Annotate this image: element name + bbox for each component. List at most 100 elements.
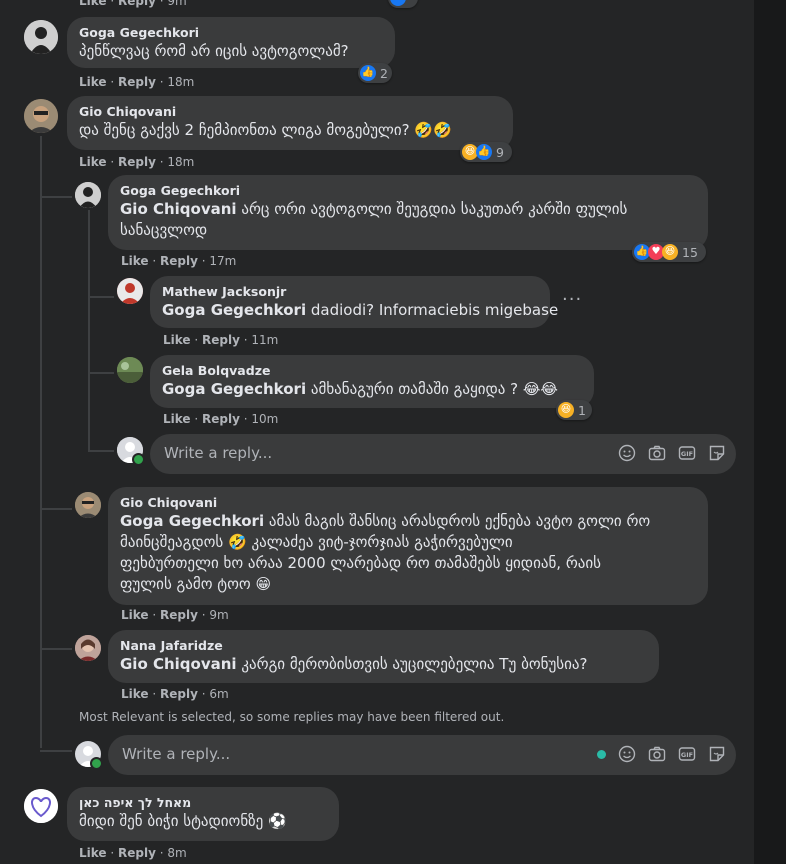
camera-icon[interactable]: [648, 745, 666, 763]
thread-branch: [40, 648, 72, 650]
mention-link[interactable]: Goga Gegechkori: [162, 301, 306, 319]
mention-link[interactable]: Goga Gegechkori: [162, 380, 306, 398]
like-link[interactable]: Like: [121, 687, 149, 701]
comment-bubble: Gela Bolqvadze Goga Gegechkori ამხანაგურ…: [150, 355, 594, 408]
reaction-summary-partial[interactable]: [388, 0, 418, 8]
comment-actions: Like · Reply · 17m: [121, 254, 237, 268]
comment-time[interactable]: 9m: [209, 608, 228, 622]
like-link[interactable]: Like: [121, 254, 149, 268]
thread-branch: [40, 196, 72, 198]
comment-text: ამხანაგური თამაში გაყიდა ? 😂😂: [310, 380, 558, 398]
like-link[interactable]: Like: [121, 608, 149, 622]
reply-link[interactable]: Reply: [202, 333, 240, 347]
scrollbar-track[interactable]: [754, 0, 786, 864]
thread-branch: [40, 750, 72, 752]
comment-text: ამას მაგის შანსიც არასდროს ექნება ავტო გ…: [268, 512, 651, 530]
thread-line-sub: [88, 210, 90, 450]
reply-link[interactable]: Reply: [160, 254, 198, 268]
comment-author[interactable]: Gio Chiqovani: [79, 104, 501, 120]
comment-text: სანაცვლოდ: [120, 221, 208, 239]
reply-link[interactable]: Reply: [202, 412, 240, 426]
comment-bubble: Gio Chiqovani და შენც გაქვს 2 ჩემპიონთა …: [67, 96, 513, 150]
like-link[interactable]: Like: [163, 333, 191, 347]
comment-text: ფულის გამო ტოო 😁: [120, 575, 272, 593]
thread-line-main: [40, 136, 42, 748]
comment-author[interactable]: Goga Gegechkori: [120, 183, 696, 199]
comment-author[interactable]: Goga Gegechkori: [79, 25, 383, 41]
comment-author[interactable]: מאחל לך איפה כאן: [79, 795, 327, 811]
comment-time[interactable]: 18m: [167, 155, 194, 169]
emoji-icon[interactable]: [618, 745, 636, 763]
haha-reaction-icon: 😆: [558, 402, 574, 418]
reply-link[interactable]: Reply: [118, 0, 156, 8]
mention-link[interactable]: Goga Gegechkori: [120, 512, 264, 530]
comment-text: არც ორი ავტოგოლი შეუგდია საკუთარ კარში ფ…: [241, 200, 628, 218]
thread-branch: [88, 450, 114, 452]
filter-note: Most Relevant is selected, so some repli…: [79, 710, 505, 724]
reply-link[interactable]: Reply: [160, 608, 198, 622]
mention-link[interactable]: Gio Chiqovani: [120, 655, 237, 673]
reaction-summary[interactable]: 😆 1: [556, 400, 592, 420]
like-link[interactable]: Like: [79, 0, 107, 8]
comment-actions: Like · Reply · 8m: [79, 846, 187, 860]
like-reaction-icon: [390, 0, 406, 6]
comment-author[interactable]: Gela Bolqvadze: [162, 363, 582, 379]
comment-actions: Like · Reply · 9m: [121, 608, 229, 622]
comment-time[interactable]: 18m: [167, 75, 194, 89]
mention-link[interactable]: Gio Chiqovani: [120, 200, 237, 218]
like-link[interactable]: Like: [163, 412, 191, 426]
comment-text: კარგი მერობისთვის აუცილებელია Tუ ბონუსია…: [241, 655, 588, 673]
comment-bubble: Goga Gegechkori Gio Chiqovani არც ორი ავ…: [108, 175, 708, 250]
reply-input[interactable]: Write a reply... GIF: [150, 434, 736, 474]
comment-author[interactable]: Gio Chiqovani: [120, 495, 696, 511]
avatar[interactable]: [75, 635, 101, 661]
gif-icon[interactable]: GIF: [678, 745, 696, 763]
comment-time[interactable]: 17m: [209, 254, 236, 268]
thread-branch: [40, 508, 72, 510]
comment-text: მიდი შენ ბიჭი სტადიონზე ⚽: [79, 812, 287, 830]
comment-actions: Like · Reply · 18m: [79, 75, 195, 89]
like-link[interactable]: Like: [79, 846, 107, 860]
camera-icon[interactable]: [648, 444, 666, 462]
reaction-summary[interactable]: 😆 👍 9: [460, 142, 512, 162]
comment-time[interactable]: 11m: [251, 333, 278, 347]
comment-actions: Like · Reply · 18m: [79, 155, 195, 169]
sticker-icon[interactable]: [708, 745, 726, 763]
sticker-icon[interactable]: [708, 444, 726, 462]
like-reaction-icon: 👍: [360, 65, 376, 81]
more-options-icon[interactable]: ···: [562, 289, 582, 310]
like-link[interactable]: Like: [79, 75, 107, 89]
avatar[interactable]: [24, 20, 58, 54]
reply-link[interactable]: Reply: [118, 75, 156, 89]
reply-link[interactable]: Reply: [160, 687, 198, 701]
like-link[interactable]: Like: [79, 155, 107, 169]
emoji-icon[interactable]: [618, 444, 636, 462]
comment-text: პენწლვაც რომ არ იცის ავტოგოლამ?: [79, 42, 349, 60]
comment-time[interactable]: 6m: [209, 687, 228, 701]
avatar[interactable]: [117, 357, 143, 383]
reply-input[interactable]: Write a reply... GIF: [108, 735, 736, 775]
online-status-dot: [132, 453, 145, 466]
reply-link[interactable]: Reply: [118, 846, 156, 860]
comment-author[interactable]: Nana Jafaridze: [120, 638, 647, 654]
reaction-summary[interactable]: 👍 2: [358, 63, 392, 83]
svg-text:GIF: GIF: [681, 751, 693, 759]
comment-bubble: Mathew Jacksonjr Goga Gegechkori dadiodi…: [150, 276, 558, 328]
avatar[interactable]: [75, 492, 101, 518]
comment-time[interactable]: 8m: [167, 846, 186, 860]
avatar[interactable]: [24, 99, 58, 133]
avatar[interactable]: [75, 182, 101, 208]
status-dot-icon: [597, 750, 606, 759]
thread-branch: [88, 296, 114, 298]
like-reaction-icon: 👍: [476, 144, 492, 160]
comment-time[interactable]: 10m: [251, 412, 278, 426]
comment-author[interactable]: Mathew Jacksonjr: [162, 284, 538, 300]
gif-icon[interactable]: GIF: [678, 444, 696, 462]
reply-link[interactable]: Reply: [118, 155, 156, 169]
comment-bubble: מאחל לך איפה כאן მიდი შენ ბიჭი სტადიონზე…: [67, 787, 339, 841]
avatar[interactable]: [24, 789, 58, 823]
haha-reaction-icon: 😆: [662, 244, 678, 260]
avatar[interactable]: [117, 278, 143, 304]
comment-text: dadiodi? Informaciebis migebase: [310, 301, 559, 319]
reaction-summary[interactable]: 👍 ♥ 😆 15: [632, 242, 706, 262]
